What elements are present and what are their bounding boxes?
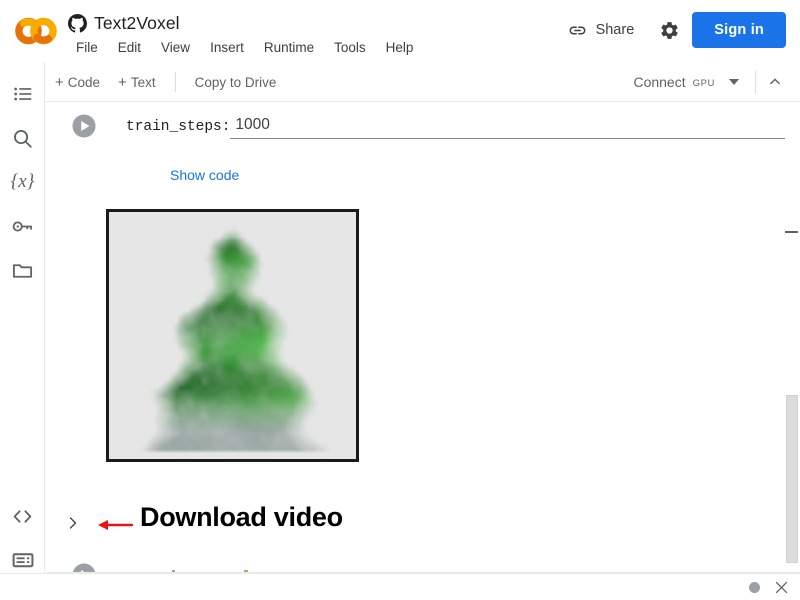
voxel-tree-canvas xyxy=(109,212,356,459)
close-icon xyxy=(775,581,787,593)
menu-bar: File Edit View Insert Runtime Tools Help xyxy=(70,38,423,57)
download-video-section: Download video xyxy=(46,495,800,557)
rendered-voxel-image xyxy=(106,209,359,462)
colab-window: Text2Voxel File Edit View Insert Runtime… xyxy=(0,0,800,600)
menu-item-file[interactable]: File xyxy=(70,38,108,57)
add-text-label: Text xyxy=(130,74,156,90)
add-code-label: Code xyxy=(67,74,101,90)
vertical-scrollbar-track[interactable] xyxy=(785,103,800,573)
menu-item-tools[interactable]: Tools xyxy=(324,38,376,57)
chevron-down-icon[interactable] xyxy=(729,79,739,85)
github-icon xyxy=(68,13,87,33)
notebook-toolbar: + Code + Text Copy to Drive Connect GPU xyxy=(0,62,800,102)
collapse-header-button[interactable] xyxy=(762,69,788,95)
colab-logo[interactable] xyxy=(14,14,58,48)
circle-icon[interactable] xyxy=(749,582,760,593)
vertical-scrollbar-thumb[interactable] xyxy=(786,395,798,563)
toolbar-right-group: Connect GPU xyxy=(627,62,788,102)
header-actions: Share Sign in xyxy=(558,12,786,48)
menu-item-runtime[interactable]: Runtime xyxy=(254,38,324,57)
gpu-badge: GPU xyxy=(692,78,715,89)
settings-button[interactable] xyxy=(652,13,686,47)
menu-item-edit[interactable]: Edit xyxy=(108,38,151,57)
code-brackets-icon xyxy=(13,509,32,523)
chevron-right-icon xyxy=(69,517,77,529)
link-icon xyxy=(569,26,585,34)
plus-icon: + xyxy=(118,73,127,91)
document-title[interactable]: Text2Voxel xyxy=(94,13,180,34)
list-icon xyxy=(13,87,31,101)
sidebar-item-table-of-contents[interactable] xyxy=(0,72,45,116)
terminal-icon xyxy=(12,553,33,568)
scrollbar-tick-marker xyxy=(785,231,798,233)
expand-section-button[interactable] xyxy=(64,514,82,532)
app-header: Text2Voxel File Edit View Insert Runtime… xyxy=(0,0,800,62)
sidebar-item-variables[interactable]: {x} xyxy=(0,160,45,204)
status-bar xyxy=(0,573,800,600)
train-steps-input[interactable] xyxy=(230,115,786,139)
run-cell-button[interactable] xyxy=(70,112,98,140)
document-title-row: Text2Voxel xyxy=(68,10,180,36)
close-button[interactable] xyxy=(772,578,790,596)
download-video-title: Download video xyxy=(140,502,343,532)
notebook-scroll-area[interactable]: train_steps: Show code Download vid xyxy=(46,103,800,573)
connect-button[interactable]: Connect GPU xyxy=(627,70,721,94)
menu-item-view[interactable]: View xyxy=(151,38,200,57)
left-sidebar: {x} xyxy=(0,62,45,600)
share-label: Share xyxy=(595,22,635,38)
show-code-link[interactable]: Show code xyxy=(170,167,239,183)
gear-icon xyxy=(661,21,678,39)
add-code-cell-button[interactable]: + Code xyxy=(46,70,109,95)
left-arrow-annotation xyxy=(96,515,134,535)
toolbar-divider xyxy=(174,72,176,92)
sidebar-item-secrets[interactable] xyxy=(0,204,45,248)
menu-item-help[interactable]: Help xyxy=(376,38,424,57)
play-icon xyxy=(72,114,96,138)
copy-to-drive-button[interactable]: Copy to Drive xyxy=(186,70,286,95)
menu-item-insert[interactable]: Insert xyxy=(200,38,254,57)
sidebar-item-files[interactable] xyxy=(0,248,45,292)
sidebar-item-code-snippets[interactable] xyxy=(0,494,45,538)
folder-icon xyxy=(12,263,33,278)
form-field-row: train_steps: xyxy=(126,115,786,139)
share-button[interactable]: Share xyxy=(558,15,645,46)
plus-icon: + xyxy=(55,73,64,91)
train-steps-label: train_steps: xyxy=(126,119,231,135)
chevron-up-icon xyxy=(769,78,781,85)
search-icon xyxy=(14,129,32,148)
sidebar-item-search[interactable] xyxy=(0,116,45,160)
toolbar-divider-2 xyxy=(755,71,756,93)
variables-icon: {x} xyxy=(10,171,35,192)
key-icon xyxy=(12,220,33,232)
sign-in-button[interactable]: Sign in xyxy=(692,12,786,48)
toolbar-left-group: + Code + Text Copy to Drive xyxy=(46,62,285,102)
connect-label: Connect xyxy=(633,74,686,90)
add-text-cell-button[interactable]: + Text xyxy=(109,70,165,95)
